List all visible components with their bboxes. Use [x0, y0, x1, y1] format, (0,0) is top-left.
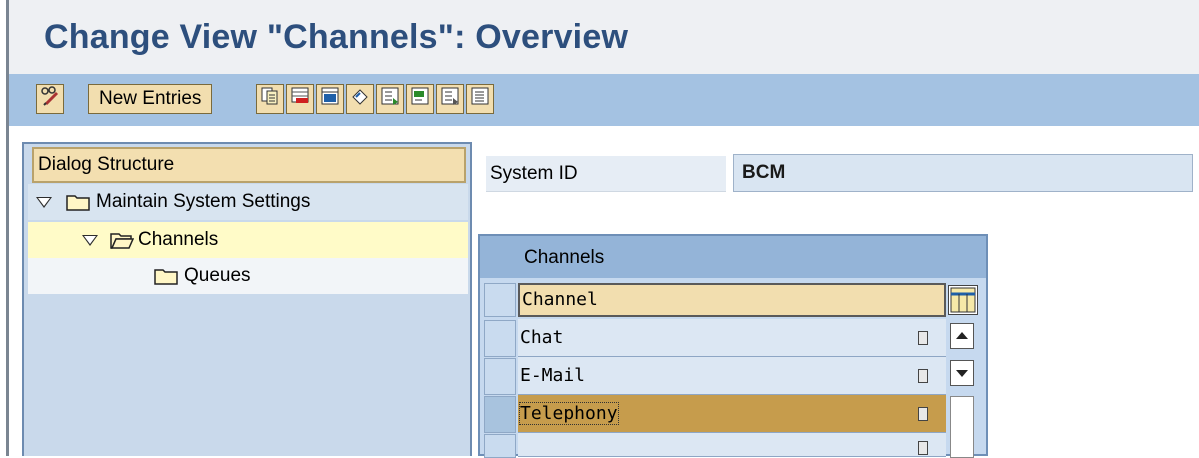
undo-icon — [350, 86, 370, 112]
table-row[interactable]: Chat — [518, 319, 946, 357]
value-help-icon[interactable] — [918, 331, 928, 345]
new-entries-button[interactable]: New Entries — [88, 84, 213, 114]
value-help-icon[interactable] — [918, 369, 928, 383]
tree-node-label: Queues — [184, 265, 251, 286]
select-all-icon — [380, 86, 400, 112]
table-row[interactable]: E-Mail — [518, 357, 946, 395]
value-help-icon[interactable] — [918, 407, 928, 421]
row-selector[interactable] — [484, 358, 516, 395]
dialog-structure-pane: Dialog Structure Maintain System Setting… — [22, 142, 472, 456]
scroll-down-button[interactable] — [950, 360, 974, 386]
application-toolbar: New Entries — [9, 74, 1199, 126]
channel-cell: Telephony — [519, 402, 619, 425]
delete-row-icon — [290, 86, 310, 112]
arrow-down-icon — [951, 369, 973, 390]
select-block-button[interactable] — [406, 84, 434, 114]
page-title: Change View "Channels": Overview — [44, 18, 629, 56]
expand-triangle-icon[interactable] — [82, 234, 98, 246]
tree-node-label: Channels — [138, 229, 219, 250]
document-list-icon — [470, 86, 490, 112]
arrow-up-icon — [951, 332, 973, 353]
scrollbar-track[interactable] — [950, 396, 974, 458]
tree-node-label: Maintain System Settings — [96, 191, 311, 212]
pencil-glasses-icon — [40, 86, 60, 112]
delete-button[interactable] — [286, 84, 314, 114]
column-settings-button[interactable] — [948, 285, 978, 315]
tree-node-channels[interactable]: Channels — [28, 222, 468, 258]
expand-triangle-icon[interactable] — [36, 196, 52, 208]
table-save-icon — [320, 86, 340, 112]
row-selector[interactable] — [484, 320, 516, 357]
row-selector-selected[interactable] — [484, 396, 516, 433]
tree-node-maintain-system-settings[interactable]: Maintain System Settings — [28, 184, 468, 220]
copy-as-button[interactable] — [256, 84, 284, 114]
channel-cell: Chat — [520, 327, 564, 348]
left-window-edge — [0, 0, 9, 456]
column-header-channel[interactable]: Channel — [518, 283, 946, 317]
copy-icon — [260, 86, 280, 112]
table-title: Channels — [480, 236, 986, 278]
deselect-all-button[interactable] — [436, 84, 464, 114]
system-id-field[interactable]: BCM — [733, 154, 1193, 192]
dialog-structure-header: Dialog Structure — [32, 147, 466, 183]
table-row[interactable] — [518, 433, 946, 457]
folder-icon — [154, 267, 180, 285]
row-selector[interactable] — [484, 434, 516, 458]
scroll-up-button[interactable] — [950, 323, 974, 349]
display-change-button[interactable] — [36, 84, 64, 114]
save-button[interactable] — [316, 84, 344, 114]
table-settings-icon — [949, 287, 977, 319]
channels-table: Channels Channel Chat E-Mail Telephony — [478, 234, 988, 458]
select-all-button[interactable] — [376, 84, 404, 114]
deselect-all-icon — [440, 86, 460, 112]
tree-node-queues[interactable]: Queues — [28, 258, 468, 294]
system-id-label: System ID — [486, 156, 726, 192]
table-row-selected[interactable]: Telephony — [518, 395, 946, 433]
open-folder-icon — [110, 231, 136, 249]
undo-change-button[interactable] — [346, 84, 374, 114]
title-bar: Change View "Channels": Overview — [9, 0, 1199, 74]
value-help-icon[interactable] — [918, 441, 928, 455]
select-all-rows-button[interactable] — [484, 283, 516, 317]
channel-cell: E-Mail — [520, 365, 586, 386]
folder-icon — [66, 193, 92, 211]
print-list-button[interactable] — [466, 84, 494, 114]
select-block-icon — [410, 86, 430, 112]
